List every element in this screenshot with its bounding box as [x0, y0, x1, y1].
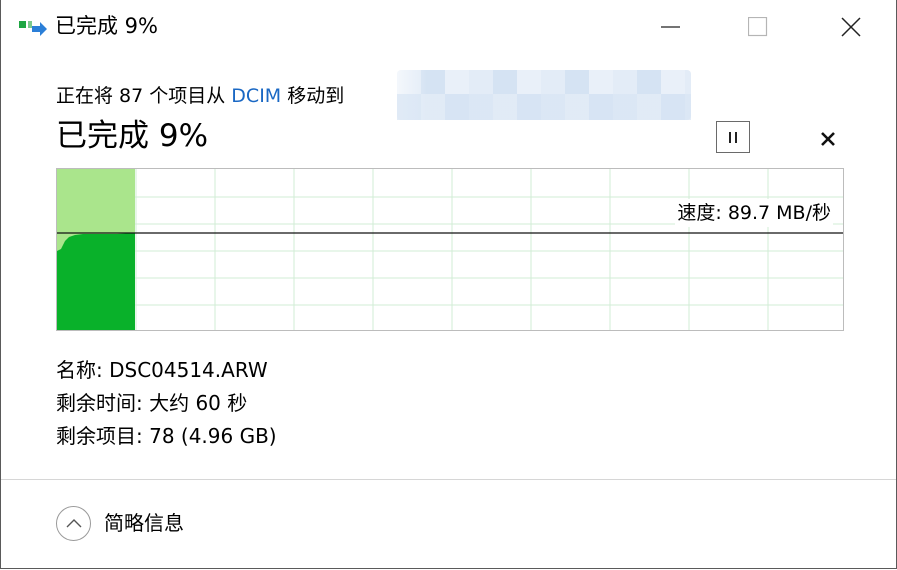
speed-area [57, 233, 135, 330]
items-remaining-row: 剩余项目: 78 (4.96 GB) [56, 424, 277, 448]
minimize-button[interactable] [636, 0, 706, 54]
graph-grid [57, 169, 843, 330]
close-icon [841, 17, 861, 37]
file-name-row: 名称: DSC04514.ARW [56, 358, 268, 382]
window-title: 已完成 9% [55, 14, 158, 38]
close-window-button[interactable] [816, 0, 886, 54]
file-move-icon [18, 17, 48, 39]
close-icon [821, 132, 835, 146]
operation-description: 正在将 87 个项目从 DCIM 移动到 [56, 82, 344, 110]
title-bar[interactable]: 已完成 9% [1, 0, 896, 54]
cancel-operation-button[interactable] [813, 125, 843, 153]
operation-prefix: 正在将 87 个项目从 [56, 85, 232, 107]
progress-heading: 已完成 9% [56, 118, 209, 154]
source-folder-link[interactable]: DCIM [231, 85, 281, 107]
operation-suffix: 移动到 [281, 85, 345, 107]
speed-graph-canvas [57, 169, 843, 330]
maximize-icon [748, 17, 768, 37]
less-info-label[interactable]: 简略信息 [104, 509, 184, 537]
file-operation-dialog: 已完成 9% 正在将 87 个项目从 DCIM 移动到 已完成 9% 速度: 8… [0, 0, 897, 569]
minimize-icon [661, 26, 680, 28]
chevron-up-icon[interactable] [56, 506, 91, 541]
transfer-details: 名称: DSC04514.ARW 剩余时间: 大约 60 秒 剩余项目: 78 … [56, 354, 277, 453]
pause-button[interactable] [716, 121, 750, 153]
time-remaining-row: 剩余时间: 大约 60 秒 [56, 391, 248, 415]
redacted-destination [397, 70, 691, 120]
maximize-button[interactable] [723, 0, 793, 54]
footer-divider [1, 479, 896, 480]
transfer-speed-graph: 速度: 89.7 MB/秒 [56, 168, 844, 331]
speed-label: 速度: 89.7 MB/秒 [675, 199, 833, 227]
